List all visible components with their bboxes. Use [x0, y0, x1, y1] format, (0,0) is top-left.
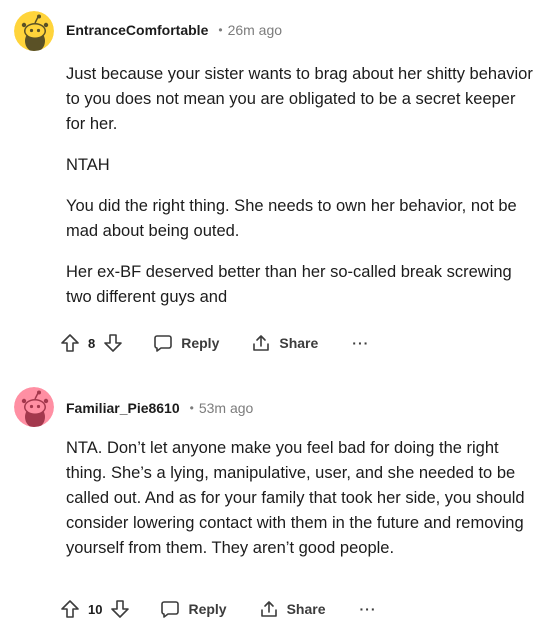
reply-button[interactable]: Reply [153, 333, 219, 353]
share-button[interactable]: Share [259, 599, 326, 619]
share-arrow-icon [253, 335, 270, 351]
comment-meta: EntranceComfortable • 26m ago [66, 22, 282, 38]
reply-button[interactable]: Reply [160, 599, 227, 619]
comment-paragraph: NTA. Don’t let anyone make you feel bad … [66, 439, 525, 557]
comment-body: Just because your sister wants to brag a… [66, 62, 536, 310]
comment-actions: 8 Reply Share ··· [60, 328, 369, 358]
reply-label: Reply [188, 601, 227, 617]
downvote-arrow-icon [104, 334, 123, 352]
downvote-button[interactable] [110, 599, 130, 619]
comment-paragraph: You did the right thing. She needs to ow… [66, 197, 517, 240]
upvote-button[interactable] [60, 599, 80, 619]
share-arrow-icon [260, 601, 277, 617]
speech-bubble-icon [154, 335, 173, 352]
comment-paragraph: Just because your sister wants to brag a… [66, 65, 533, 133]
upvote-button[interactable] [60, 333, 80, 353]
separator-dot: • [218, 23, 223, 37]
user-avatar[interactable] [14, 387, 54, 427]
timestamp[interactable]: 26m ago [228, 22, 282, 38]
vote-count: 10 [88, 601, 103, 617]
downvote-button[interactable] [103, 333, 123, 353]
comment-meta: Familiar_Pie8610 • 53m ago [66, 400, 253, 416]
more-options-button[interactable]: ··· [360, 601, 377, 617]
downvote-arrow-icon [111, 600, 130, 618]
share-button[interactable]: Share [251, 333, 318, 353]
user-avatar[interactable] [14, 11, 54, 51]
comment-paragraph: Her ex-BF deserved better than her so-ca… [66, 263, 512, 306]
comment-body: NTA. Don’t let anyone make you feel bad … [66, 436, 536, 561]
upvote-arrow-icon [61, 600, 79, 618]
snoo-avatar-icon [14, 387, 54, 427]
separator-dot: • [189, 401, 194, 415]
speech-bubble-icon [161, 601, 180, 618]
vote-count: 8 [88, 335, 96, 351]
more-options-button[interactable]: ··· [352, 335, 369, 351]
username[interactable]: Familiar_Pie8610 [66, 400, 180, 416]
comment-actions: 10 Reply Share ··· [60, 594, 377, 624]
upvote-arrow-icon [61, 334, 79, 352]
reply-label: Reply [181, 335, 220, 351]
username[interactable]: EntranceComfortable [66, 22, 208, 38]
timestamp[interactable]: 53m ago [199, 400, 253, 416]
comment-paragraph: NTAH [66, 156, 110, 174]
share-label: Share [286, 601, 326, 617]
snoo-avatar-icon [14, 11, 54, 51]
share-label: Share [279, 335, 319, 351]
